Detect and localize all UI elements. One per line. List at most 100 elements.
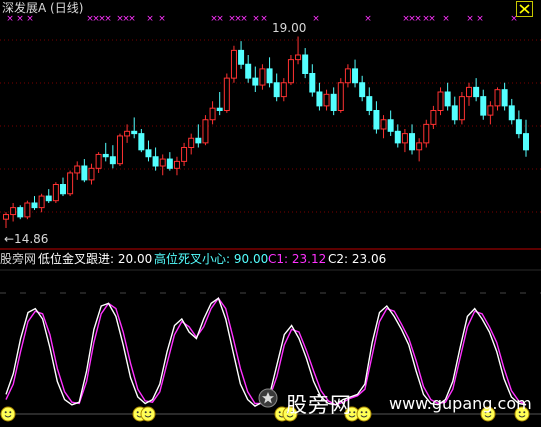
candle [373, 101, 380, 134]
stock-chart-window[interactable]: × × × × × × × × × × × × × × × × × × × × × × × × × × × × × × 深发展A (日线)… [0, 0, 541, 427]
candle-body [166, 158, 173, 169]
candle-body [458, 96, 465, 121]
candle-body [501, 89, 508, 107]
candle [323, 89, 330, 111]
candle-body [380, 119, 387, 130]
candle-body [508, 105, 515, 121]
close-x-icon [516, 1, 533, 17]
candle [216, 92, 223, 116]
candle-body [173, 160, 180, 169]
candle-body [102, 153, 109, 158]
candle-body [230, 49, 237, 79]
candle [230, 45, 237, 83]
candle-body [330, 93, 337, 111]
candle-body [181, 147, 188, 162]
candle [302, 48, 309, 79]
smiley-eye [4, 411, 7, 414]
signal-x-marker: × [128, 14, 136, 24]
candle [523, 119, 529, 157]
candle-body [131, 130, 138, 135]
candle [223, 73, 230, 113]
candle [131, 117, 138, 139]
candle [487, 101, 494, 125]
candle [515, 110, 522, 139]
candle [337, 78, 344, 113]
candle [366, 87, 373, 116]
candle [473, 78, 480, 102]
high-dead-cross-label: 高位死叉小心: 90.00 [154, 252, 269, 266]
candle-body [252, 77, 259, 86]
signal-x-marker: × [252, 14, 260, 24]
candle-body [473, 86, 480, 98]
smiley-face-icon [356, 406, 372, 422]
candle-body [10, 207, 17, 216]
candle [309, 64, 316, 97]
candle [280, 78, 287, 102]
candle [259, 64, 266, 90]
candle [145, 140, 152, 162]
candle [173, 156, 180, 176]
candle [387, 110, 394, 136]
candle [359, 75, 366, 102]
candle [95, 152, 102, 173]
smiley-eye [136, 411, 139, 414]
candle [416, 138, 423, 162]
candle [245, 55, 252, 83]
candle-body [152, 156, 159, 167]
candle-body [81, 165, 88, 181]
candle [380, 115, 387, 139]
candle-body [109, 156, 116, 165]
candle-body [159, 158, 166, 167]
signal-x-marker: × [476, 14, 484, 24]
candle-body [238, 49, 245, 65]
candle-body [138, 133, 145, 151]
signal-x-marker: × [6, 14, 14, 24]
candlestick-series[interactable] [3, 36, 529, 228]
low-price-marker: ←14.86 [4, 232, 49, 246]
candle [10, 203, 17, 222]
signal-x-marker: × [16, 14, 24, 24]
signal-x-marker: × [240, 14, 248, 24]
window-title: 深发展A (日线) [2, 1, 84, 15]
chart-canvas[interactable]: × × × ×××× ××× × × ×× ××× × × × × ××× ×× × × × × [0, 0, 541, 427]
smiley-face-icon [0, 406, 16, 422]
candle [45, 189, 52, 203]
signal-x-marker: × [364, 14, 372, 24]
candle-body [344, 68, 351, 84]
candle-body [45, 195, 52, 202]
candle-body [494, 89, 501, 107]
candle-body [74, 165, 81, 174]
indicator-name: 股旁网 [0, 252, 37, 266]
candle [266, 57, 273, 88]
signal-markers: × × × ×××× ××× × × ×× ××× × × × × ××× ×× × × × × [6, 14, 518, 24]
candle-body [67, 172, 74, 195]
signal-x-marker: × [260, 14, 268, 24]
candle [67, 170, 74, 197]
smiley-face-icon [140, 406, 156, 422]
smiley-face-body [0, 406, 16, 422]
candle [238, 41, 245, 69]
smiley-eye [9, 411, 12, 414]
candle-body [145, 149, 152, 158]
candle-body [373, 110, 380, 130]
candle [287, 55, 294, 86]
signal-x-marker: × [442, 14, 450, 24]
candle [102, 142, 109, 162]
signal-x-marker: × [158, 14, 166, 24]
signal-x-marker: × [146, 14, 154, 24]
candle [295, 36, 302, 65]
smiley-eye [149, 411, 152, 414]
candle-body [437, 91, 444, 111]
close-button[interactable] [516, 1, 533, 17]
candle-body [309, 73, 316, 93]
candle [409, 124, 416, 155]
candle [88, 163, 95, 185]
candle-body [17, 207, 24, 218]
candle [124, 124, 131, 143]
candle-body [273, 82, 280, 98]
candle-body [323, 93, 330, 107]
candle [31, 196, 38, 210]
candle-body [287, 59, 294, 84]
candle-body [387, 119, 394, 132]
watermark-url: www.gupang.com [389, 394, 532, 413]
